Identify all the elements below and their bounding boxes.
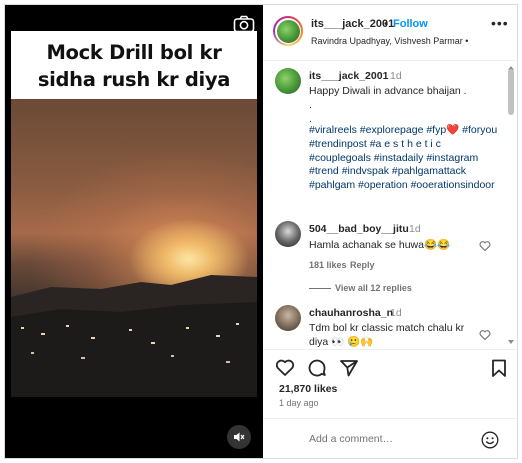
city-skyline (11, 275, 257, 397)
post-time: 1 day ago (279, 398, 319, 408)
post-actions: 21,870 likes 1 day ago Add a comment… (263, 349, 517, 458)
mute-icon (234, 432, 245, 442)
header-separator: • (384, 18, 388, 30)
comment-like-icon[interactable] (479, 329, 491, 341)
post-side-panel: its___jack_2001 • Follow Ravindra Upadhy… (263, 5, 517, 458)
emoji-icon[interactable] (481, 431, 499, 449)
comment-text-continued: diya 👀 🥲🙌 (309, 336, 374, 348)
caption-line-1: Happy Diwali in advance bhaijan . (309, 85, 467, 97)
comment-time: 1d (390, 307, 402, 319)
mute-button[interactable] (227, 425, 251, 449)
view-replies-line (309, 288, 331, 289)
comment-time: 1d (409, 223, 421, 235)
comment-icon[interactable] (307, 358, 327, 378)
add-comment-input[interactable]: Add a comment… (309, 433, 393, 445)
author-username[interactable]: its___jack_2001 (311, 18, 394, 30)
view-replies-button[interactable]: View all 12 replies (335, 283, 412, 293)
caption-time: 1d (390, 70, 402, 82)
comment-likes[interactable]: 181 likes (309, 260, 347, 270)
caption-line-2: . (309, 98, 312, 111)
bookmark-icon[interactable] (489, 358, 509, 378)
comment-reply-button[interactable]: Reply (350, 260, 375, 270)
comment-username[interactable]: chauhanrosha_n (309, 307, 393, 319)
scrollbar-thumb[interactable] (508, 69, 514, 115)
comment-text: Tdm bol kr classic match chalu kr (309, 322, 465, 334)
follow-button[interactable]: Follow (393, 18, 428, 30)
comment-avatar[interactable] (275, 221, 301, 247)
video-caption-line-1: Mock Drill bol kr (46, 41, 222, 64)
post-header: its___jack_2001 • Follow Ravindra Upadhy… (263, 5, 517, 61)
comment-like-icon[interactable] (479, 240, 491, 252)
post-dialog: Mock Drill bol kr sidha rush kr diya its… (4, 4, 518, 459)
more-options-icon[interactable]: ••• (491, 15, 509, 31)
video-frame[interactable] (11, 99, 257, 397)
share-icon[interactable] (339, 358, 359, 378)
comments-list: its___jack_2001 1d Happy Diwali in advan… (263, 62, 517, 349)
comment-text: Hamla achanak se huwa😂😂 (309, 239, 451, 251)
caption-avatar[interactable] (275, 68, 301, 94)
camera-icon[interactable] (233, 15, 255, 33)
post-media[interactable]: Mock Drill bol kr sidha rush kr diya (5, 5, 263, 458)
author-avatar[interactable] (273, 16, 303, 46)
comment-username[interactable]: 504__bad_boy__jitu (309, 223, 409, 235)
comment-avatar[interactable] (275, 305, 301, 331)
heart-icon[interactable] (275, 358, 295, 378)
add-comment-bar: Add a comment… (263, 418, 517, 458)
caption-text: Happy Diwali in advance bhaijan . . . (309, 85, 509, 126)
collaborators-text[interactable]: Ravindra Upadhyay, Vishvesh Parmar • (311, 36, 468, 46)
video-caption-overlay: Mock Drill bol kr sidha rush kr diya (11, 31, 257, 99)
likes-count[interactable]: 21,870 likes (279, 383, 337, 395)
video-caption-line-2: sidha rush kr diya (37, 68, 231, 91)
caption-username[interactable]: its___jack_2001 (309, 70, 388, 82)
caption-hashtags[interactable]: #viralreels #explorepage #fyp❤️ #foryou … (309, 124, 505, 193)
